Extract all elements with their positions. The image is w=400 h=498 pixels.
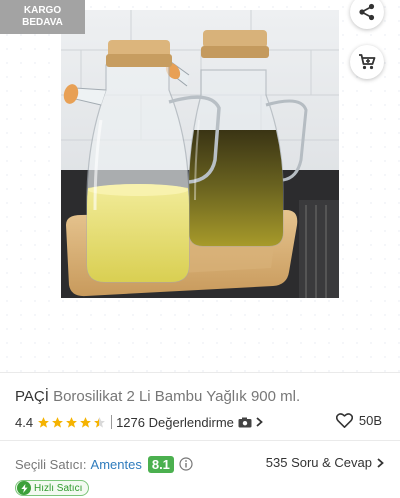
lightning-icon <box>17 481 31 495</box>
half-star-icon <box>94 416 105 428</box>
heart-icon <box>335 413 353 428</box>
favorite-button[interactable]: 50B <box>335 413 382 428</box>
chevron-right-icon <box>377 457 384 468</box>
star-icon <box>66 416 77 428</box>
star-icon <box>38 416 49 428</box>
review-count-link[interactable]: 1276 Değerlendirme <box>116 415 234 430</box>
star-icon <box>52 416 63 428</box>
questions-answers-link[interactable]: 535 Soru & Cevap <box>266 455 384 470</box>
divider <box>0 440 400 441</box>
favorite-count: 50B <box>358 413 382 428</box>
product-image[interactable] <box>61 10 339 298</box>
fast-seller-label: Hızlı Satıcı <box>34 482 83 494</box>
divider <box>0 372 400 373</box>
product-title: PAÇİ Borosilikat 2 Li Bambu Yağlık 900 m… <box>15 388 385 405</box>
free-shipping-badge: KARGO BEDAVA <box>0 0 85 34</box>
rating-value: 4.4 <box>15 414 34 430</box>
product-photo <box>61 10 339 298</box>
seller-label: Seçili Satıcı: <box>15 456 87 472</box>
seller-score-badge: 8.1 <box>147 455 174 473</box>
rating-stars <box>37 416 107 429</box>
chevron-right-icon <box>256 417 263 427</box>
badge-line-1: KARGO <box>23 5 62 16</box>
cart-icon <box>359 54 376 70</box>
brand-name[interactable]: PAÇİ <box>15 388 49 405</box>
fast-seller-badge: Hızlı Satıcı <box>15 480 90 496</box>
product-gallery[interactable]: KARGO BEDAVA <box>0 0 400 372</box>
qa-label: 535 Soru & Cevap <box>265 455 372 470</box>
seller-name-link[interactable]: Amentes <box>91 457 142 472</box>
share-icon <box>359 3 375 21</box>
star-icon <box>80 416 91 428</box>
badge-line-2: BEDAVA <box>22 17 63 28</box>
camera-icon <box>238 417 252 427</box>
separator <box>111 415 113 429</box>
rating-row[interactable]: 4.4 1276 Değerlendirme <box>15 413 385 431</box>
info-icon[interactable] <box>179 457 193 471</box>
add-to-cart-button[interactable] <box>350 45 384 79</box>
product-name: Borosilikat 2 Li Bambu Yağlık 900 ml. <box>53 388 301 405</box>
